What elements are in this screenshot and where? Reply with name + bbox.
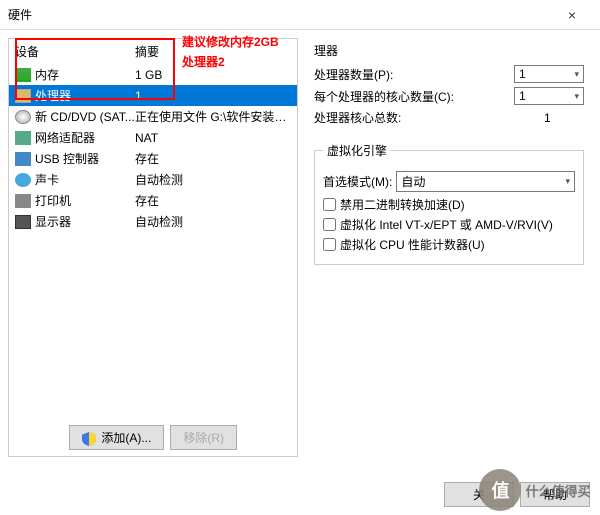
row-virt-mode: 首选模式(M): 自动 ▾ [323, 171, 575, 192]
add-button[interactable]: 添加(A)... [69, 425, 164, 450]
device-summary: 存在 [135, 192, 291, 209]
processor-group-label: 理器 [314, 42, 584, 59]
device-row[interactable]: 打印机 存在 [9, 190, 297, 211]
cb-vtx: 虚拟化 Intel VT-x/EPT 或 AMD-V/RVI(V) [323, 216, 575, 233]
device-summary: 自动检测 [135, 171, 291, 188]
device-summary: 存在 [135, 150, 291, 167]
window-title: 硬件 [8, 6, 552, 23]
checkbox-perf-counter[interactable] [323, 238, 336, 251]
device-name: 声卡 [35, 171, 135, 188]
close-button[interactable]: 关 [444, 482, 514, 507]
device-icon [15, 131, 31, 145]
titlebar: 硬件 × [0, 0, 600, 30]
settings-panel: 理器 处理器数量(P): 1 ▾ 每个处理器的核心数量(C): 1 ▾ 处理器核… [306, 38, 592, 457]
device-row[interactable]: 声卡 自动检测 [9, 169, 297, 190]
device-name: 网络适配器 [35, 129, 135, 146]
checkbox-disable-binary[interactable] [323, 198, 336, 211]
device-list-header: 设备 摘要 [9, 39, 297, 64]
checkbox-vtx[interactable] [323, 218, 336, 231]
footer-buttons: 关 帮助 [444, 482, 590, 507]
content: 设备 摘要 内存 1 GB 处理器 1 新 CD/DVD (SAT... 正在使… [0, 30, 600, 465]
label-cores-per: 每个处理器的核心数量(C): [314, 88, 514, 105]
value-total-cores: 1 [544, 111, 584, 125]
device-name: USB 控制器 [35, 150, 135, 167]
chevron-down-icon: ▾ [574, 91, 579, 102]
device-name: 内存 [35, 66, 135, 83]
device-row[interactable]: 内存 1 GB [9, 64, 297, 85]
chevron-down-icon: ▾ [574, 69, 579, 80]
device-icon [15, 68, 31, 82]
label-virt-mode: 首选模式(M): [323, 173, 392, 190]
dropdown-cores-per[interactable]: 1 ▾ [514, 87, 584, 105]
device-row[interactable]: USB 控制器 存在 [9, 148, 297, 169]
device-buttons: 添加(A)... 移除(R) [9, 419, 297, 456]
header-device: 设备 [15, 43, 135, 60]
cb-perf-counter: 虚拟化 CPU 性能计数器(U) [323, 236, 575, 253]
dropdown-proc-count[interactable]: 1 ▾ [514, 65, 584, 83]
device-summary: 正在使用文件 G:\软件安装包\系统文... [135, 108, 291, 125]
device-icon [15, 89, 31, 103]
row-cores-per: 每个处理器的核心数量(C): 1 ▾ [314, 87, 584, 105]
label-total-cores: 处理器核心总数: [314, 109, 544, 126]
device-row[interactable]: 显示器 自动检测 [9, 211, 297, 232]
virtualization-group: 虚拟化引擎 首选模式(M): 自动 ▾ 禁用二进制转换加速(D) 虚拟化 Int… [314, 142, 584, 265]
header-summary: 摘要 [135, 43, 291, 60]
close-icon[interactable]: × [552, 7, 592, 23]
device-row[interactable]: 处理器 1 [9, 85, 297, 106]
remove-button: 移除(R) [170, 425, 237, 450]
chevron-down-icon: ▾ [565, 176, 570, 187]
device-icon [15, 110, 31, 124]
device-summary: 1 GB [135, 68, 291, 82]
device-list: 设备 摘要 内存 1 GB 处理器 1 新 CD/DVD (SAT... 正在使… [9, 39, 297, 419]
device-name: 显示器 [35, 213, 135, 230]
device-name: 处理器 [35, 87, 135, 104]
help-button[interactable]: 帮助 [520, 482, 590, 507]
device-name: 打印机 [35, 192, 135, 209]
device-name: 新 CD/DVD (SAT... [35, 108, 135, 125]
device-row[interactable]: 新 CD/DVD (SAT... 正在使用文件 G:\软件安装包\系统文... [9, 106, 297, 127]
device-row[interactable]: 网络适配器 NAT [9, 127, 297, 148]
device-panel: 设备 摘要 内存 1 GB 处理器 1 新 CD/DVD (SAT... 正在使… [8, 38, 298, 457]
dropdown-virt-mode[interactable]: 自动 ▾ [396, 171, 575, 192]
device-summary: 自动检测 [135, 213, 291, 230]
device-icon [15, 194, 31, 208]
row-proc-count: 处理器数量(P): 1 ▾ [314, 65, 584, 83]
device-icon [15, 173, 31, 187]
device-icon [15, 152, 31, 166]
virt-legend: 虚拟化引擎 [323, 142, 391, 159]
device-summary: 1 [135, 89, 291, 103]
device-summary: NAT [135, 131, 291, 145]
label-proc-count: 处理器数量(P): [314, 66, 514, 83]
cb-disable-binary: 禁用二进制转换加速(D) [323, 196, 575, 213]
device-icon [15, 215, 31, 229]
row-total-cores: 处理器核心总数: 1 [314, 109, 584, 126]
shield-icon [82, 432, 96, 446]
